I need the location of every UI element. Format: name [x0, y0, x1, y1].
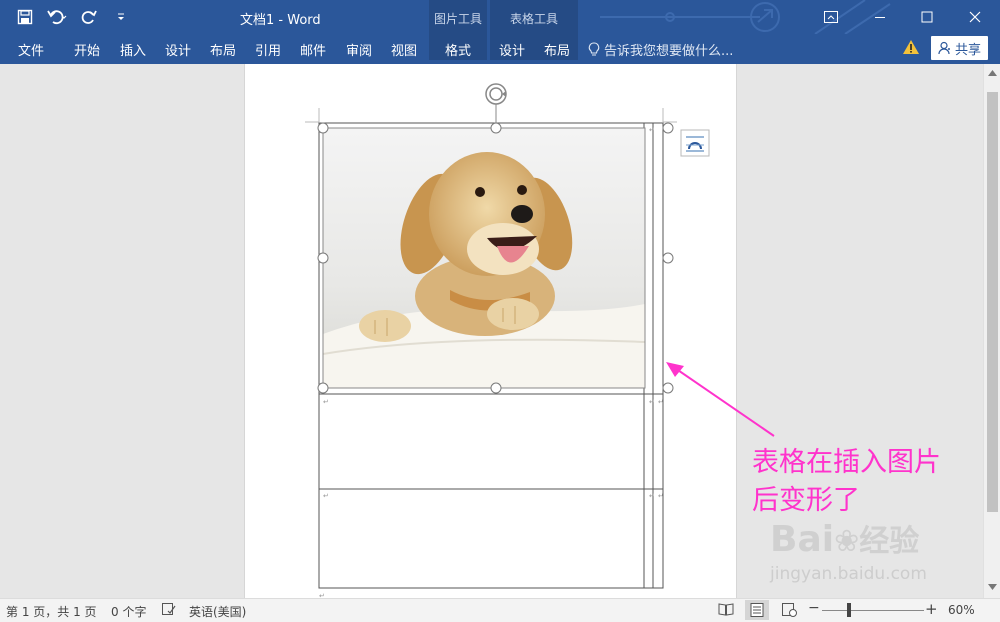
word-count[interactable]: 0 个字 — [111, 603, 146, 620]
svg-text:↵: ↵ — [649, 398, 655, 406]
quick-access-toolbar — [14, 6, 132, 28]
svg-text:↵: ↵ — [323, 492, 329, 500]
maximize-icon[interactable] — [904, 0, 950, 34]
annotation-line-1: 表格在插入图片 — [752, 447, 941, 478]
document-page[interactable]: ↵ ↵ ↵ ↵ ↵ ↵ ↵ ↵ — [244, 64, 737, 598]
print-layout-icon[interactable] — [745, 600, 769, 620]
zoom-slider[interactable] — [822, 610, 924, 611]
page-content: ↵ ↵ ↵ ↵ ↵ ↵ ↵ ↵ — [305, 83, 710, 598]
tab-mailings[interactable]: 邮件 — [300, 40, 326, 59]
tell-me-box[interactable]: 告诉我您想要做什么... — [588, 40, 733, 59]
tab-table-layout[interactable]: 布局 — [544, 40, 570, 59]
document-title: 文档1 - Word — [240, 13, 321, 28]
tab-layout[interactable]: 布局 — [210, 40, 236, 59]
share-button[interactable]: 共享 — [931, 36, 988, 60]
language[interactable]: 英语(美国) — [189, 603, 246, 620]
titlebar-decoration — [600, 0, 891, 34]
save-icon[interactable] — [14, 6, 36, 28]
person-icon — [938, 41, 950, 55]
proofing-icon[interactable] — [162, 603, 176, 619]
scroll-down-icon[interactable] — [988, 584, 997, 590]
svg-text:↵: ↵ — [323, 398, 329, 406]
zoom-slider-thumb[interactable] — [847, 603, 851, 617]
watermark: Bai❀经验 jingyan.baidu.com — [770, 516, 990, 596]
tab-file[interactable]: 文件 — [18, 40, 44, 59]
vertical-scrollbar[interactable] — [983, 64, 1000, 598]
zoom-in-icon[interactable]: + — [925, 600, 938, 618]
watermark-url: jingyan.baidu.com — [770, 564, 927, 584]
web-layout-icon[interactable] — [782, 603, 797, 620]
annotation-arrow — [666, 362, 775, 437]
page-info[interactable]: 第 1 页，共 1 页 — [6, 603, 97, 620]
watermark-brand: Bai — [770, 519, 835, 560]
tab-picture-format[interactable]: 格式 — [445, 40, 471, 59]
close-icon[interactable] — [952, 0, 998, 34]
undo-icon[interactable] — [46, 6, 68, 28]
annotation-line-2: 后变形了 — [752, 485, 860, 516]
layout-options-icon[interactable] — [680, 129, 710, 157]
zoom-level[interactable]: 60% — [948, 603, 975, 617]
share-label: 共享 — [954, 42, 981, 58]
tab-review[interactable]: 审阅 — [346, 40, 372, 59]
tab-home[interactable]: 开始 — [74, 40, 100, 59]
scroll-thumb[interactable] — [987, 92, 998, 512]
ribbon-tabs: 文件 开始 插入 设计 布局 引用 邮件 审阅 视图 格式 设计 布局 告诉我您… — [0, 34, 1000, 64]
rotate-handle-icon[interactable] — [485, 83, 507, 123]
picture-tools-header: 图片工具 — [429, 0, 487, 34]
svg-text:↵: ↵ — [649, 126, 655, 134]
tab-insert[interactable]: 插入 — [120, 40, 146, 59]
tab-references[interactable]: 引用 — [255, 40, 281, 59]
dog-photo[interactable] — [322, 128, 646, 388]
lightbulb-icon — [588, 42, 600, 56]
tell-me-text: 告诉我您想要做什么... — [604, 44, 734, 59]
status-bar: 第 1 页，共 1 页 0 个字 英语(美国) − + 60% — [0, 598, 1000, 622]
annotation-text: 表格在插入图片 后变形了 — [752, 444, 992, 520]
read-mode-icon[interactable] — [718, 603, 734, 619]
tab-table-design[interactable]: 设计 — [499, 40, 525, 59]
zoom-out-icon[interactable]: − — [808, 600, 820, 616]
svg-text:↵: ↵ — [658, 492, 664, 500]
redo-icon[interactable] — [78, 6, 100, 28]
table-tools-header: 表格工具 — [490, 0, 578, 34]
customize-qat-icon[interactable] — [110, 6, 132, 28]
title-bar: 文档1 - Word 图片工具 表格工具 — [0, 0, 1000, 34]
scroll-up-icon[interactable] — [988, 70, 997, 76]
warning-icon[interactable] — [902, 39, 920, 58]
tab-view[interactable]: 视图 — [391, 40, 417, 59]
svg-text:↵: ↵ — [649, 492, 655, 500]
minimize-icon[interactable] — [857, 0, 903, 34]
tab-design[interactable]: 设计 — [165, 40, 191, 59]
ribbon-display-icon[interactable] — [808, 0, 854, 34]
paw-icon: ❀ — [834, 524, 860, 559]
watermark-brand-suffix: 经验 — [859, 524, 920, 559]
